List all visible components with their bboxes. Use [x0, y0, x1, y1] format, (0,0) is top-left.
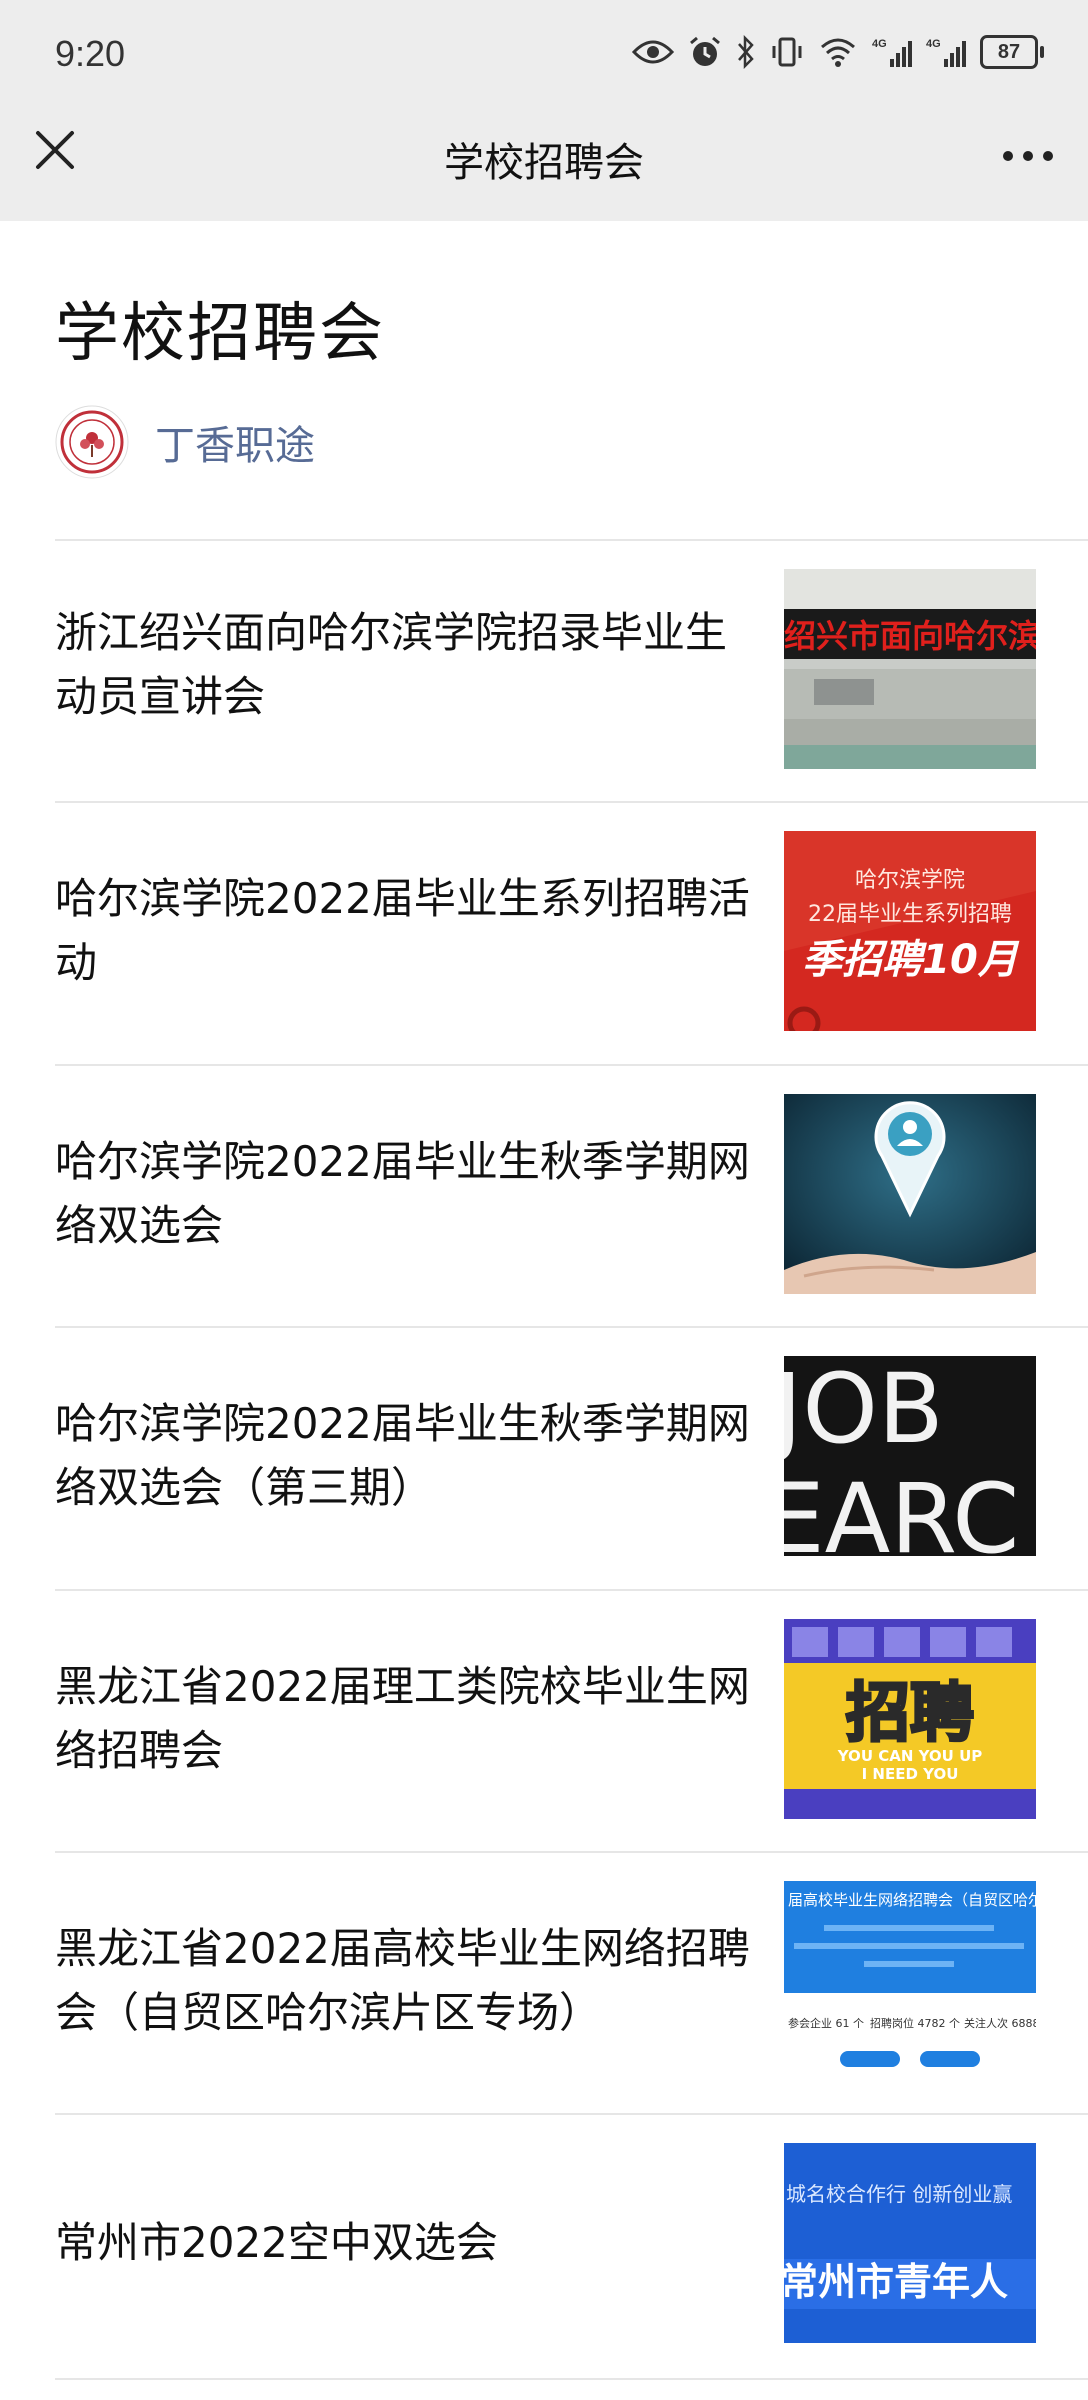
svg-text:关注人次 6888: 关注人次 6888 [964, 2016, 1036, 2030]
article-title: 哈尔滨学院2022届毕业生秋季学期网络双选会 [55, 1137, 750, 1250]
svg-text:4G: 4G [926, 38, 941, 50]
article-item[interactable]: 常州市2022空中双选会 城名校合作行 创新创业赢 常州市青年人 [0, 2115, 1088, 2377]
more-dots-icon [1003, 151, 1053, 161]
status-time: 9:20 [55, 33, 126, 74]
battery-indicator: 87 [980, 35, 1044, 69]
article-item[interactable]: 黑龙江省2022届理工类院校毕业生网络招聘会 招聘 YOU CAN YOU UP… [0, 1591, 1088, 1853]
article-item[interactable]: 浙江绍兴面向哈尔滨学院招录毕业生动员宣讲会 绍兴市面向哈尔滨学 [0, 541, 1088, 803]
school-seal-icon [55, 405, 129, 479]
svg-text:参会企业 61 个: 参会企业 61 个 [788, 2016, 864, 2030]
svg-text:哈尔滨学院: 哈尔滨学院 [855, 868, 965, 893]
article-thumbnail [784, 1094, 1036, 1294]
article-title: 黑龙江省2022届理工类院校毕业生网络招聘会 [55, 1662, 750, 1775]
svg-text:4G: 4G [872, 38, 887, 50]
svg-text:EARC: EARC [784, 1463, 1019, 1556]
article-title: 浙江绍兴面向哈尔滨学院招录毕业生动员宣讲会 [55, 608, 728, 721]
article-title: 哈尔滨学院2022届毕业生秋季学期网络双选会（第三期） [55, 1399, 750, 1512]
svg-text:JOB: JOB [784, 1356, 944, 1465]
svg-text:常州市青年人: 常州市青年人 [784, 2260, 1008, 2304]
article-title: 哈尔滨学院2022届毕业生系列招聘活动 [55, 874, 750, 987]
article-title: 黑龙江省2022届高校毕业生网络招聘会（自贸区哈尔滨片区专场） [55, 1924, 750, 2037]
article-item[interactable]: 哈尔滨学院2022届毕业生系列招聘活动 哈尔滨学院 22届毕业生系列招聘 季招聘… [0, 803, 1088, 1065]
nav-title: 学校招聘会 [444, 140, 644, 186]
recruit-yellow-poster-image: 招聘 YOU CAN YOU UP I NEED YOU [784, 1619, 1036, 1819]
vibrate-icon [772, 37, 802, 67]
svg-text:YOU CAN YOU UP: YOU CAN YOU UP [837, 1747, 983, 1765]
banner-hall-image: 绍兴市面向哈尔滨学 [784, 569, 1036, 769]
wifi-icon [821, 38, 855, 67]
svg-text:I NEED YOU: I NEED YOU [862, 1765, 959, 1783]
article-item[interactable]: 哈尔滨学院2022届毕业生秋季学期网络双选会（第三期） JOB EARC [0, 1328, 1088, 1590]
article-thumbnail: 届高校毕业生网络招聘会（自贸区哈尔滨片 参会企业 61 个 招聘岗位 4782 … [784, 1881, 1036, 2081]
job-fair-stats-image: 届高校毕业生网络招聘会（自贸区哈尔滨片 参会企业 61 个 招聘岗位 4782 … [784, 1881, 1036, 2081]
author-row[interactable]: 丁香职途 [55, 405, 315, 479]
article-thumbnail: 招聘 YOU CAN YOU UP I NEED YOU [784, 1619, 1036, 1819]
article-item[interactable]: 黑龙江省2022届高校毕业生网络招聘会（自贸区哈尔滨片区专场） 届高校毕业生网络… [0, 1853, 1088, 2115]
recruit-red-banner-image: 哈尔滨学院 22届毕业生系列招聘 季招聘10月 [784, 831, 1036, 1031]
article-thumbnail: 城名校合作行 创新创业赢 常州市青年人 [784, 2143, 1036, 2343]
page-title: 学校招聘会 [55, 297, 385, 371]
job-search-chalkboard-image: JOB EARC [784, 1356, 1036, 1556]
svg-text:绍兴市面向哈尔滨学: 绍兴市面向哈尔滨学 [784, 617, 1036, 655]
svg-text:城名校合作行 创新创业赢: 城名校合作行 创新创业赢 [786, 2182, 1012, 2206]
more-button[interactable] [998, 136, 1058, 176]
svg-text:招聘岗位 4782 个: 招聘岗位 4782 个 [870, 2016, 960, 2030]
status-icons: 4G 4G 87 [632, 30, 1044, 74]
svg-text:季招聘10月: 季招聘10月 [802, 937, 1020, 983]
svg-text:届高校毕业生网络招聘会（自贸区哈尔滨片: 届高校毕业生网络招聘会（自贸区哈尔滨片 [788, 1891, 1036, 1909]
svg-text:招聘: 招聘 [846, 1677, 974, 1751]
article-thumbnail: 绍兴市面向哈尔滨学 [784, 569, 1036, 769]
article-title: 常州市2022空中双选会 [55, 2218, 498, 2267]
article-item[interactable]: 哈尔滨学院2022届毕业生秋季学期网络双选会 [0, 1066, 1088, 1328]
divider [55, 2378, 1088, 2380]
svg-text:22届毕业生系列招聘: 22届毕业生系列招聘 [808, 902, 1012, 927]
status-bar: 9:20 4G 4G 87 [0, 0, 1088, 115]
author-name[interactable]: 丁香职途 [155, 413, 315, 471]
alarm-icon [690, 36, 720, 66]
location-hand-image [784, 1094, 1036, 1294]
changzhou-banner-image: 城名校合作行 创新创业赢 常州市青年人 [784, 2143, 1036, 2343]
author-avatar[interactable] [55, 405, 129, 479]
article-thumbnail: JOB EARC [784, 1356, 1036, 1556]
signal-4g-icon: 4G [872, 38, 912, 67]
article-thumbnail: 哈尔滨学院 22届毕业生系列招聘 季招聘10月 [784, 831, 1036, 1031]
eye-icon [632, 40, 674, 64]
signal-4g-icon: 4G [926, 38, 966, 67]
bluetooth-icon [738, 35, 754, 69]
